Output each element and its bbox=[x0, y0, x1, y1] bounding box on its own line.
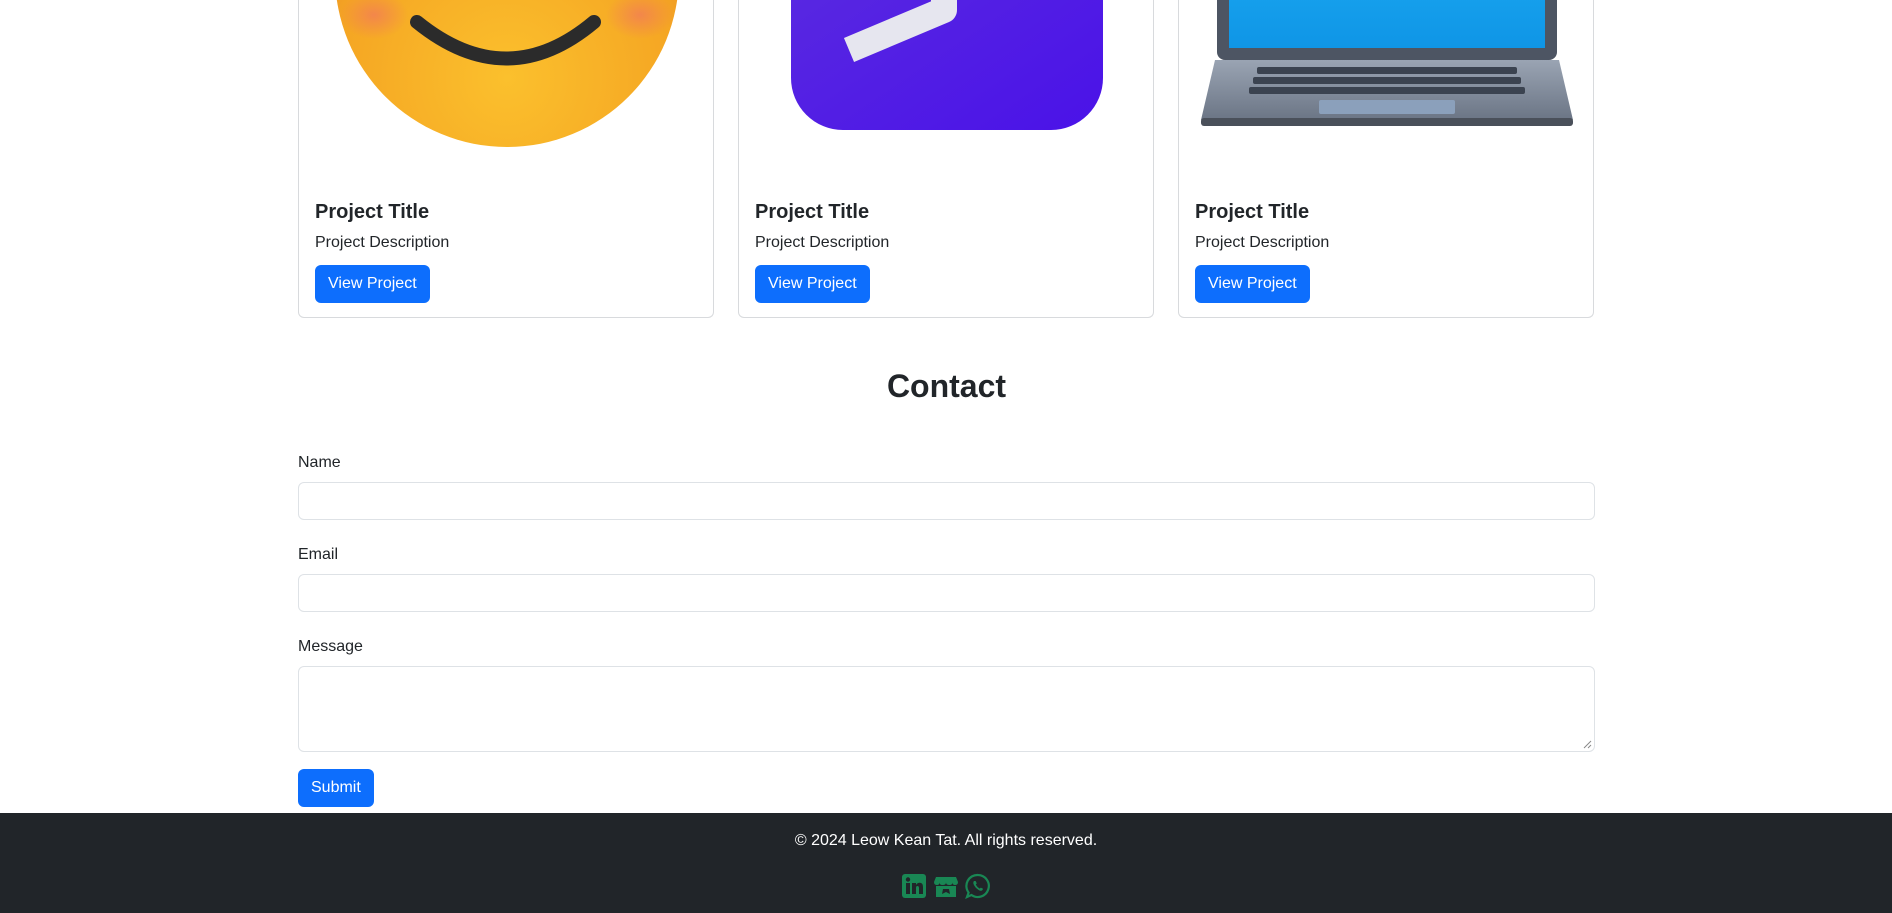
view-project-button[interactable]: View Project bbox=[755, 265, 870, 303]
card-body: Project Title Project Description View P… bbox=[1195, 200, 1329, 303]
contact-heading: Contact bbox=[886, 368, 1007, 404]
project-card: Project Title Project Description View P… bbox=[738, 0, 1154, 318]
project-title: Project Title bbox=[315, 201, 430, 223]
card-body: Project Title Project Description View P… bbox=[755, 200, 889, 303]
project-title: Project Title bbox=[755, 201, 870, 223]
project-description: Project Description bbox=[755, 234, 890, 251]
linkedin-icon[interactable] bbox=[901, 873, 927, 899]
project-title: Project Title bbox=[1195, 201, 1310, 223]
smiling-face-icon bbox=[336, 0, 678, 147]
project-description: Project Description bbox=[1195, 234, 1330, 251]
submit-button[interactable]: Submit bbox=[298, 769, 374, 807]
main-container: Project Title Project Description View P… bbox=[298, 0, 1595, 807]
project-image bbox=[739, 0, 1153, 170]
message-label: Message bbox=[298, 638, 363, 655]
projects-grid: Project Title Project Description View P… bbox=[298, 0, 1595, 318]
view-project-button[interactable]: View Project bbox=[1195, 265, 1310, 303]
project-card: Project Title Project Description View P… bbox=[298, 0, 714, 318]
message-field[interactable] bbox=[298, 666, 1595, 752]
name-field[interactable] bbox=[298, 482, 1595, 520]
terminal-app-icon bbox=[791, 0, 1103, 130]
project-image bbox=[299, 0, 713, 170]
contact-form: Name Email Message Submit bbox=[298, 452, 1595, 807]
view-project-button[interactable]: View Project bbox=[315, 265, 430, 303]
card-body: Project Title Project Description View P… bbox=[315, 200, 449, 303]
resize-grip-icon[interactable] bbox=[1583, 740, 1592, 749]
copyright-text: © 2024 Leow Kean Tat. All rights reserve… bbox=[794, 832, 1098, 849]
project-card: Project Title Project Description View P… bbox=[1178, 0, 1594, 318]
email-field[interactable] bbox=[298, 574, 1595, 612]
footer: © 2024 Leow Kean Tat. All rights reserve… bbox=[0, 813, 1892, 913]
social-links bbox=[0, 873, 1892, 899]
project-image bbox=[1179, 0, 1593, 170]
email-label: Email bbox=[298, 546, 339, 563]
project-description: Project Description bbox=[315, 234, 450, 251]
itch-io-icon[interactable] bbox=[933, 873, 959, 899]
laptop-icon bbox=[1201, 0, 1573, 126]
name-label: Name bbox=[298, 454, 341, 471]
whatsapp-icon[interactable] bbox=[965, 873, 991, 899]
